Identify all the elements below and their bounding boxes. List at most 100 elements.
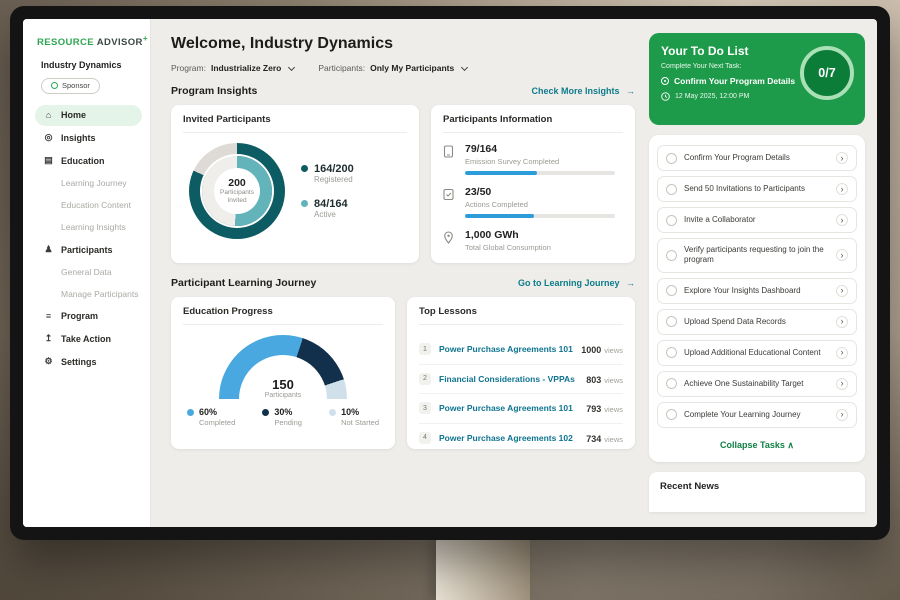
sidebar-item-participants[interactable]: ♟ Participants <box>35 239 142 261</box>
checkbox-icon[interactable] <box>666 409 677 420</box>
survey-icon <box>443 143 456 175</box>
legend-item-registered: 164/200 Registered <box>301 163 354 184</box>
todo-progress-value: 0/7 <box>818 66 835 80</box>
legend-label: Not Started <box>341 418 379 427</box>
task-item-upload-educational-content[interactable]: Upload Additional Educational Content › <box>657 340 857 366</box>
sidebar-item-education[interactable]: ▤ Education <box>35 150 142 172</box>
check-more-insights-link[interactable]: Check More Insights → <box>531 86 635 96</box>
recent-news-title: Recent News <box>660 481 719 492</box>
sidebar-item-learning-insights[interactable]: Learning Insights <box>35 217 142 238</box>
lesson-link[interactable]: Financial Considerations - VPPAs <box>439 374 578 384</box>
progress-bar <box>465 214 615 218</box>
task-item-send-invitations[interactable]: Send 50 Invitations to Participants › <box>657 176 857 202</box>
checkbox-icon[interactable] <box>666 285 677 296</box>
link-label: Check More Insights <box>531 86 619 96</box>
sidebar-item-label: Home <box>61 110 86 120</box>
chevron-right-icon[interactable]: › <box>836 152 848 164</box>
link-label: Go to Learning Journey <box>518 278 620 288</box>
task-item-complete-learning-journey[interactable]: Complete Your Learning Journey › <box>657 402 857 428</box>
legend-label: Registered <box>314 175 354 184</box>
logo-resource: RESOURCE <box>37 37 94 48</box>
main-content: Welcome, Industry Dynamics Program: Indu… <box>151 19 647 527</box>
legend-value: 84/164 <box>314 198 348 210</box>
insights-cards-row: Invited Participants 200 Participants In… <box>171 105 635 263</box>
task-item-confirm-program[interactable]: Confirm Your Program Details › <box>657 145 857 171</box>
checkbox-icon[interactable] <box>666 347 677 358</box>
logo-plus: + <box>143 34 148 43</box>
desk-background: RESOURCE ADVISOR+ Industry Dynamics Spon… <box>0 0 900 600</box>
filter-bar: Program: Industrialize Zero Participants… <box>171 63 635 73</box>
logo-advisor: ADVISOR <box>97 37 143 48</box>
lesson-link[interactable]: Power Purchase Agreements 101 <box>439 344 573 354</box>
chevron-right-icon[interactable]: › <box>836 316 848 328</box>
invited-donut: 200 Participants Invited <box>189 143 285 239</box>
metric-label: Actions Completed <box>465 200 615 209</box>
sidebar-item-general-data[interactable]: General Data <box>35 262 142 283</box>
chevron-right-icon[interactable]: › <box>836 378 848 390</box>
education-legend: 60% Completed 30% Pending <box>183 407 383 427</box>
checkbox-icon[interactable] <box>666 378 677 389</box>
program-dropdown-value: Industrialize Zero <box>211 63 281 73</box>
task-item-upload-spend-data[interactable]: Upload Spend Data Records › <box>657 309 857 335</box>
task-item-invite-collaborator[interactable]: Invite a Collaborator › <box>657 207 857 233</box>
chevron-right-icon[interactable]: › <box>836 249 848 261</box>
task-item-explore-insights[interactable]: Explore Your Insights Dashboard › <box>657 278 857 304</box>
section-title: Program Insights <box>171 85 257 97</box>
sidebar-item-learning-journey[interactable]: Learning Journey <box>35 173 142 194</box>
target-icon <box>661 77 669 85</box>
page-title: Welcome, Industry Dynamics <box>171 35 635 53</box>
metric-value: 79/164 <box>465 143 615 155</box>
checkbox-icon[interactable] <box>666 250 677 261</box>
checkbox-icon[interactable] <box>666 316 677 327</box>
sidebar-item-program[interactable]: ≡ Program <box>35 306 142 327</box>
invited-participants-card: Invited Participants 200 Participants In… <box>171 105 419 263</box>
section-title: Participant Learning Journey <box>171 277 316 289</box>
program-dropdown[interactable]: Program: Industrialize Zero <box>171 63 294 73</box>
sidebar-item-label: Participants <box>61 245 113 255</box>
card-title: Invited Participants <box>183 114 407 133</box>
lesson-views-count: 803 <box>586 375 601 385</box>
lesson-link[interactable]: Power Purchase Agreements 102 <box>439 433 578 443</box>
arrow-right-icon: → <box>626 278 635 288</box>
lesson-link[interactable]: Power Purchase Agreements 101 <box>439 403 578 413</box>
monitor-stand <box>436 538 530 600</box>
gauge-center-label: Participants <box>219 392 347 399</box>
donut-center-label: Participants Invited <box>216 189 258 205</box>
collapse-tasks-link[interactable]: Collapse Tasks ∧ <box>656 433 858 459</box>
todo-summary-card: Your To Do List Complete Your Next Task:… <box>649 33 865 125</box>
sidebar-item-take-action[interactable]: ↥ Take Action <box>35 328 142 350</box>
gauge-center-value: 150 <box>219 377 347 392</box>
legend-label: Pending <box>274 418 302 427</box>
task-label: Invite a Collaborator <box>684 215 829 225</box>
chevron-right-icon[interactable]: › <box>836 183 848 195</box>
sidebar-item-manage-participants[interactable]: Manage Participants <box>35 284 142 305</box>
chevron-right-icon[interactable]: › <box>836 214 848 226</box>
chevron-right-icon[interactable]: › <box>836 285 848 297</box>
sidebar-item-insights[interactable]: ◎ Insights <box>35 127 142 149</box>
checkbox-icon[interactable] <box>666 215 677 226</box>
sidebar-item-home[interactable]: ⌂ Home <box>35 105 142 126</box>
legend-item-active: 84/164 Active <box>301 198 354 219</box>
lesson-views-word: views <box>604 435 623 444</box>
sidebar-item-label: Education Content <box>61 200 131 210</box>
program-icon: ≡ <box>43 311 54 321</box>
participants-information-card: Participants Information 79/164 Emission… <box>431 105 635 263</box>
legend-item-not-started: 10% Not Started <box>329 407 379 427</box>
task-item-verify-participants[interactable]: Verify participants requesting to join t… <box>657 238 857 273</box>
sidebar-item-settings[interactable]: ⚙ Settings <box>35 351 142 373</box>
checkbox-icon[interactable] <box>666 184 677 195</box>
app-logo: RESOURCE ADVISOR+ <box>37 34 142 48</box>
participants-dropdown[interactable]: Participants: Only My Participants <box>318 63 467 73</box>
sidebar-item-education-content[interactable]: Education Content <box>35 195 142 216</box>
sidebar-item-label: Settings <box>61 357 97 367</box>
pending-dot-icon <box>262 409 269 416</box>
chevron-right-icon[interactable]: › <box>836 347 848 359</box>
chevron-right-icon[interactable]: › <box>836 409 848 421</box>
task-item-achieve-target[interactable]: Achieve One Sustainability Target › <box>657 371 857 397</box>
settings-icon: ⚙ <box>43 356 54 367</box>
consumption-row: 1,000 GWh Total Global Consumption <box>443 229 623 257</box>
go-to-learning-journey-link[interactable]: Go to Learning Journey → <box>518 278 635 288</box>
checkbox-icon[interactable] <box>666 153 677 164</box>
education-progress-card: Education Progress 150 Participants <box>171 297 395 449</box>
lesson-views-word: views <box>604 405 623 414</box>
